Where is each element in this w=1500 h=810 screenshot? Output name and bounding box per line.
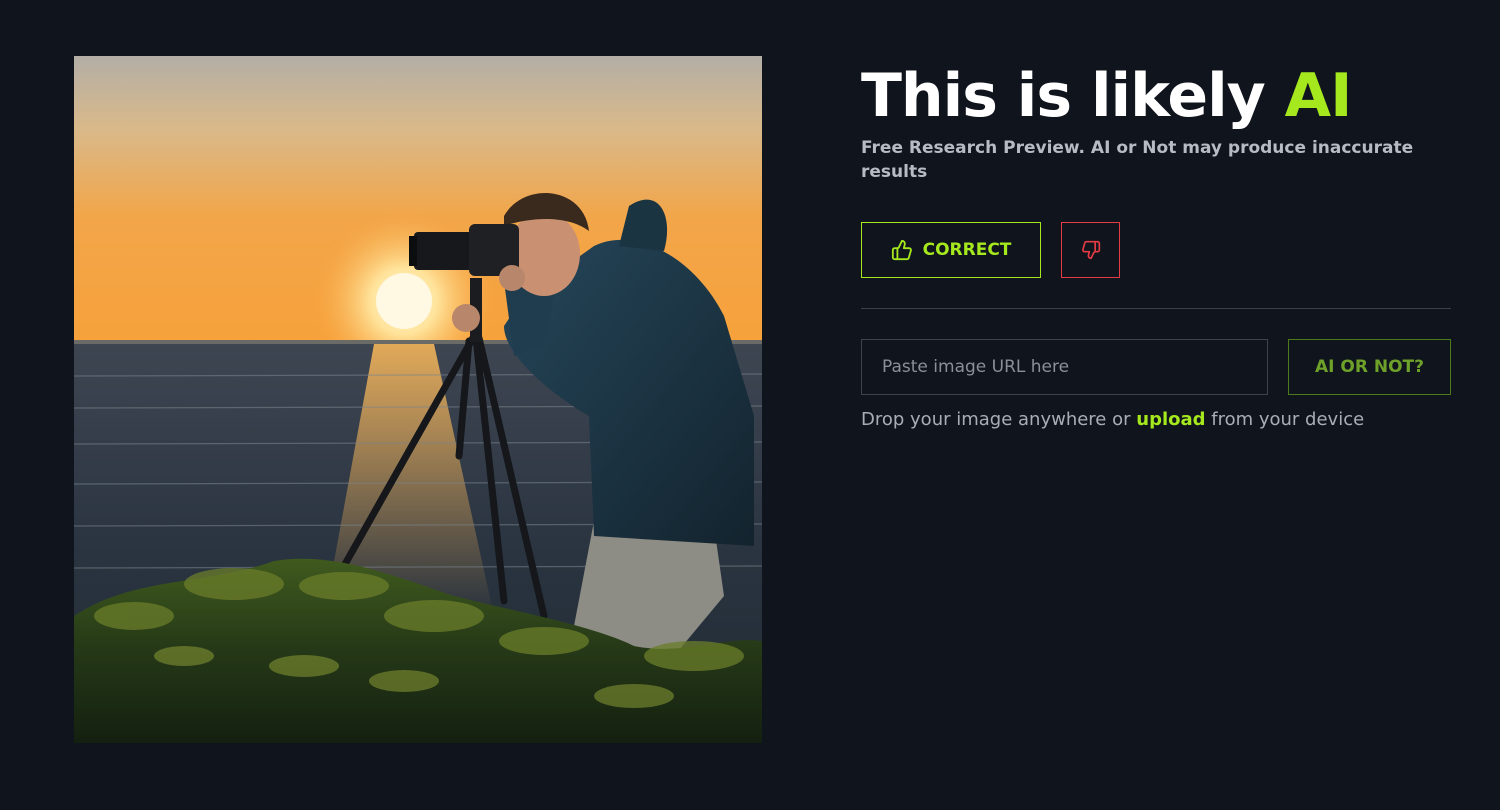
upload-hint: Drop your image anywhere or upload from …	[861, 409, 1364, 430]
disclaimer-text: Free Research Preview. AI or Not may pro…	[861, 138, 1414, 182]
feedback-row: CORRECT	[861, 222, 1120, 278]
url-check-row: AI OR NOT?	[861, 339, 1451, 395]
thumbs-up-icon	[891, 239, 913, 261]
analyzed-image	[74, 56, 762, 743]
upload-hint-after: from your device	[1205, 409, 1365, 430]
section-divider	[861, 308, 1451, 309]
correct-button-label: CORRECT	[922, 240, 1012, 260]
upload-link[interactable]: upload	[1136, 409, 1205, 430]
headline-prefix: This is likely	[861, 61, 1285, 131]
result-panel: This is likely AI Free Research Preview.…	[861, 60, 1451, 430]
verdict-label: AI	[1284, 61, 1353, 131]
upload-hint-before: Drop your image anywhere or	[861, 409, 1137, 430]
ai-or-not-result-page: This is likely AI Free Research Preview.…	[0, 0, 1500, 810]
thumbs-down-icon	[1081, 240, 1101, 260]
ai-or-not-button[interactable]: AI OR NOT?	[1288, 339, 1451, 395]
incorrect-button[interactable]	[1061, 222, 1120, 278]
correct-button[interactable]: CORRECT	[861, 222, 1041, 278]
image-url-input[interactable]	[861, 339, 1268, 395]
result-headline: This is likely AI	[861, 60, 1451, 132]
